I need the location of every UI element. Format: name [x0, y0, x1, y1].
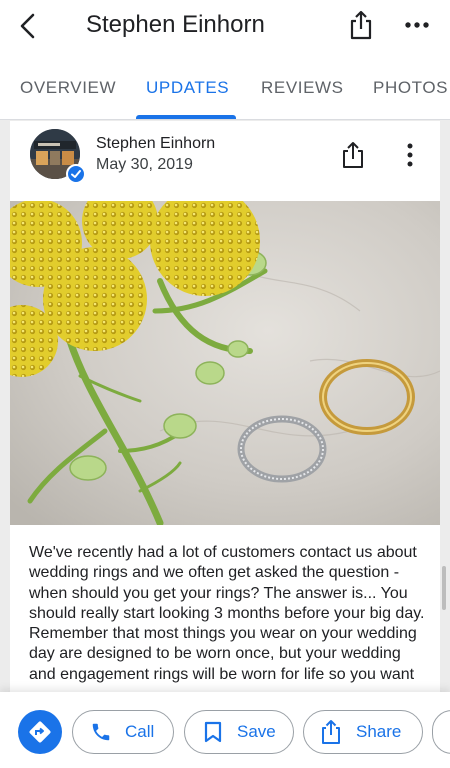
- post-date: May 30, 2019: [96, 156, 193, 173]
- save-button[interactable]: Save: [184, 710, 294, 754]
- tab-overview[interactable]: OVERVIEW: [20, 78, 116, 98]
- more-horizontal-icon: [405, 22, 429, 28]
- app-header: Stephen Einhorn: [0, 0, 450, 56]
- post-photo[interactable]: [10, 201, 440, 525]
- share-icon: [320, 719, 342, 745]
- back-button[interactable]: [14, 12, 42, 40]
- action-bar: Call Save Share: [0, 692, 450, 768]
- share-post-button[interactable]: [341, 141, 365, 169]
- bookmark-icon: [203, 721, 223, 743]
- more-actions-button[interactable]: [432, 710, 450, 754]
- share-button[interactable]: Share: [303, 710, 423, 754]
- call-label: Call: [125, 722, 155, 741]
- checkmark-icon: [71, 170, 81, 178]
- directions-icon: [29, 721, 51, 743]
- page-title: Stephen Einhorn: [86, 11, 265, 38]
- save-label: Save: [237, 722, 276, 741]
- post-author[interactable]: Stephen Einhorn: [96, 135, 215, 153]
- phone-icon: [89, 721, 113, 743]
- tab-reviews[interactable]: REVIEWS: [261, 78, 344, 98]
- scrollbar[interactable]: [442, 566, 446, 610]
- directions-button[interactable]: [18, 710, 62, 754]
- tab-updates[interactable]: UPDATES: [146, 78, 229, 98]
- more-vertical-icon: [407, 143, 413, 167]
- more-options-button-top[interactable]: [404, 18, 430, 32]
- share-button-top[interactable]: [348, 10, 374, 40]
- call-button[interactable]: Call: [72, 710, 174, 754]
- active-tab-indicator: [136, 115, 236, 119]
- share-icon: [350, 10, 372, 40]
- post-body-text: We've recently had a lot of customers co…: [29, 544, 425, 683]
- verified-badge: [66, 164, 86, 184]
- chevron-left-icon: [20, 13, 35, 39]
- tab-photos[interactable]: PHOTOS: [373, 78, 448, 98]
- tab-bar: OVERVIEW UPDATES REVIEWS PHOTOS: [0, 56, 450, 120]
- post-more-options-button[interactable]: [405, 143, 415, 167]
- post-card: Stephen Einhorn May 30, 2019 We've recen…: [10, 121, 440, 721]
- share-label: Share: [356, 722, 402, 741]
- share-icon: [343, 142, 363, 168]
